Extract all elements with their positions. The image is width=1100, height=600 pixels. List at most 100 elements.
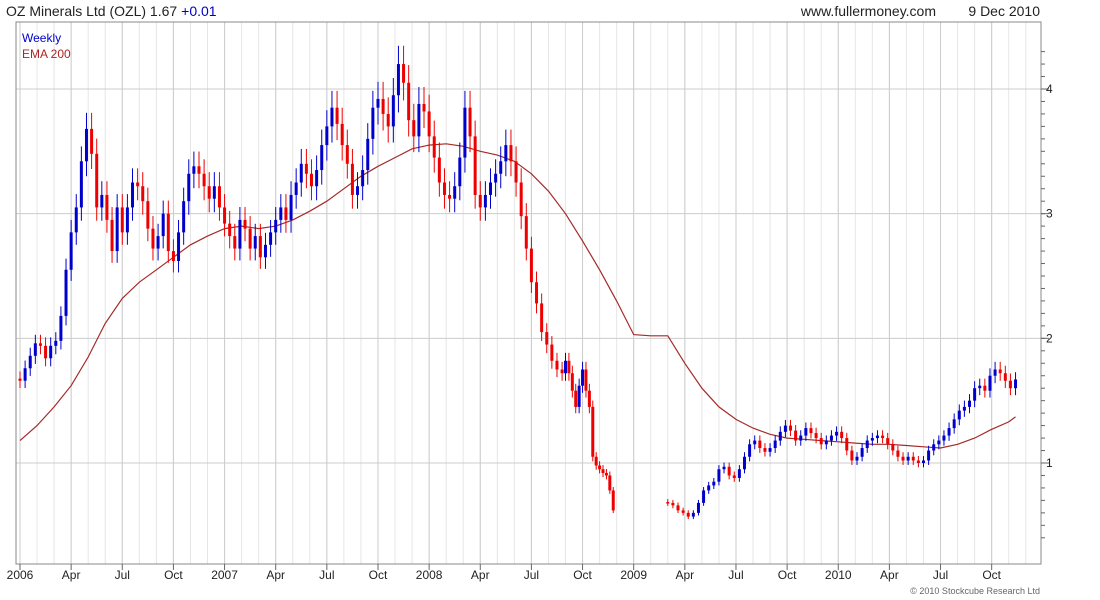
candle-body xyxy=(202,173,206,187)
candle xyxy=(238,207,242,261)
candle-body xyxy=(927,450,931,461)
candle-body xyxy=(187,173,191,202)
candle xyxy=(202,159,206,201)
candle-body xyxy=(412,120,416,137)
x-tick-label: Oct xyxy=(164,568,183,582)
candle xyxy=(269,219,273,257)
legend-weekly: Weekly xyxy=(22,31,61,45)
candle-body xyxy=(253,236,257,249)
candle xyxy=(737,465,741,482)
candle xyxy=(555,352,559,378)
candle-body xyxy=(886,438,890,445)
candle xyxy=(315,155,319,201)
candle-body xyxy=(514,161,518,183)
candle xyxy=(712,477,716,490)
candle xyxy=(763,443,767,457)
candle xyxy=(574,383,578,414)
candle-body xyxy=(356,186,360,195)
candle-body xyxy=(269,232,273,245)
candle xyxy=(865,435,869,453)
candle-body xyxy=(442,182,446,195)
candle-body xyxy=(197,166,201,174)
candle xyxy=(23,360,27,388)
candle-body xyxy=(69,232,73,270)
candle xyxy=(514,146,518,197)
candle-body xyxy=(422,103,426,112)
candle xyxy=(789,419,793,437)
candle-body xyxy=(59,315,63,341)
candle-body xyxy=(284,207,288,220)
candle-body xyxy=(875,435,879,439)
candle-body xyxy=(570,373,574,391)
candle xyxy=(748,439,752,462)
candle xyxy=(524,203,528,261)
candle xyxy=(686,510,690,520)
candle xyxy=(601,465,605,477)
candle xyxy=(248,216,252,261)
candle xyxy=(361,155,365,201)
candle xyxy=(717,465,721,486)
candle-body xyxy=(560,369,564,374)
candle-body xyxy=(207,186,211,199)
candle-body xyxy=(95,153,99,208)
candle-body xyxy=(38,343,42,346)
x-tick-label: Oct xyxy=(982,568,1001,582)
candle xyxy=(850,445,854,465)
candle-body xyxy=(84,128,88,162)
candle xyxy=(279,194,283,233)
candle-body xyxy=(598,465,602,470)
candle xyxy=(535,271,539,314)
candle-body xyxy=(463,107,467,158)
chart-svg: OZ Minerals Ltd (OZL) 1.67 +0.01 www.ful… xyxy=(6,3,1053,596)
candle xyxy=(44,337,48,367)
candle xyxy=(814,427,818,444)
candle xyxy=(330,90,334,143)
candle-body xyxy=(74,207,78,233)
candle xyxy=(54,332,58,355)
candle xyxy=(28,347,32,376)
candle xyxy=(488,168,492,209)
candle xyxy=(819,432,823,450)
x-tick-label: 2007 xyxy=(211,568,238,582)
candle-body xyxy=(763,448,767,452)
candle xyxy=(691,510,695,520)
candle-body xyxy=(835,431,839,436)
candle xyxy=(473,120,477,209)
candle-body xyxy=(483,194,487,208)
candle xyxy=(427,94,431,153)
axis-layer: 2006 Apr Jul Oct 2007 Apr Jul Oct 2008 Apr Jul Oct 2… xyxy=(7,51,1053,582)
candle xyxy=(509,129,513,177)
candle-body xyxy=(110,219,114,252)
candle-body xyxy=(524,216,528,249)
candle-body xyxy=(223,207,227,224)
candle xyxy=(778,426,782,446)
candle xyxy=(681,507,685,516)
candle-body xyxy=(18,378,22,381)
candle xyxy=(151,216,155,261)
candle-body xyxy=(937,440,941,445)
candle-body xyxy=(891,444,895,451)
candle-body xyxy=(100,194,104,208)
candle-body xyxy=(386,113,390,127)
candle xyxy=(891,439,895,456)
candle xyxy=(141,172,145,215)
candle-body xyxy=(64,269,68,316)
candle xyxy=(437,142,441,197)
ema-200-line xyxy=(19,143,1016,449)
candle-body xyxy=(865,440,869,449)
candle xyxy=(604,468,608,480)
x-tick-label: Jul xyxy=(115,568,130,582)
candle-body xyxy=(778,431,782,441)
candle xyxy=(90,112,94,170)
candle xyxy=(581,361,585,393)
candle-body xyxy=(916,460,920,463)
candle-body xyxy=(1014,379,1018,389)
candle-body xyxy=(49,345,53,359)
candle-body xyxy=(962,406,966,411)
candle xyxy=(233,223,237,261)
candle xyxy=(494,159,498,197)
candle xyxy=(396,45,400,113)
candle-body xyxy=(584,369,588,391)
candle xyxy=(192,151,196,189)
candle-body xyxy=(79,161,83,208)
